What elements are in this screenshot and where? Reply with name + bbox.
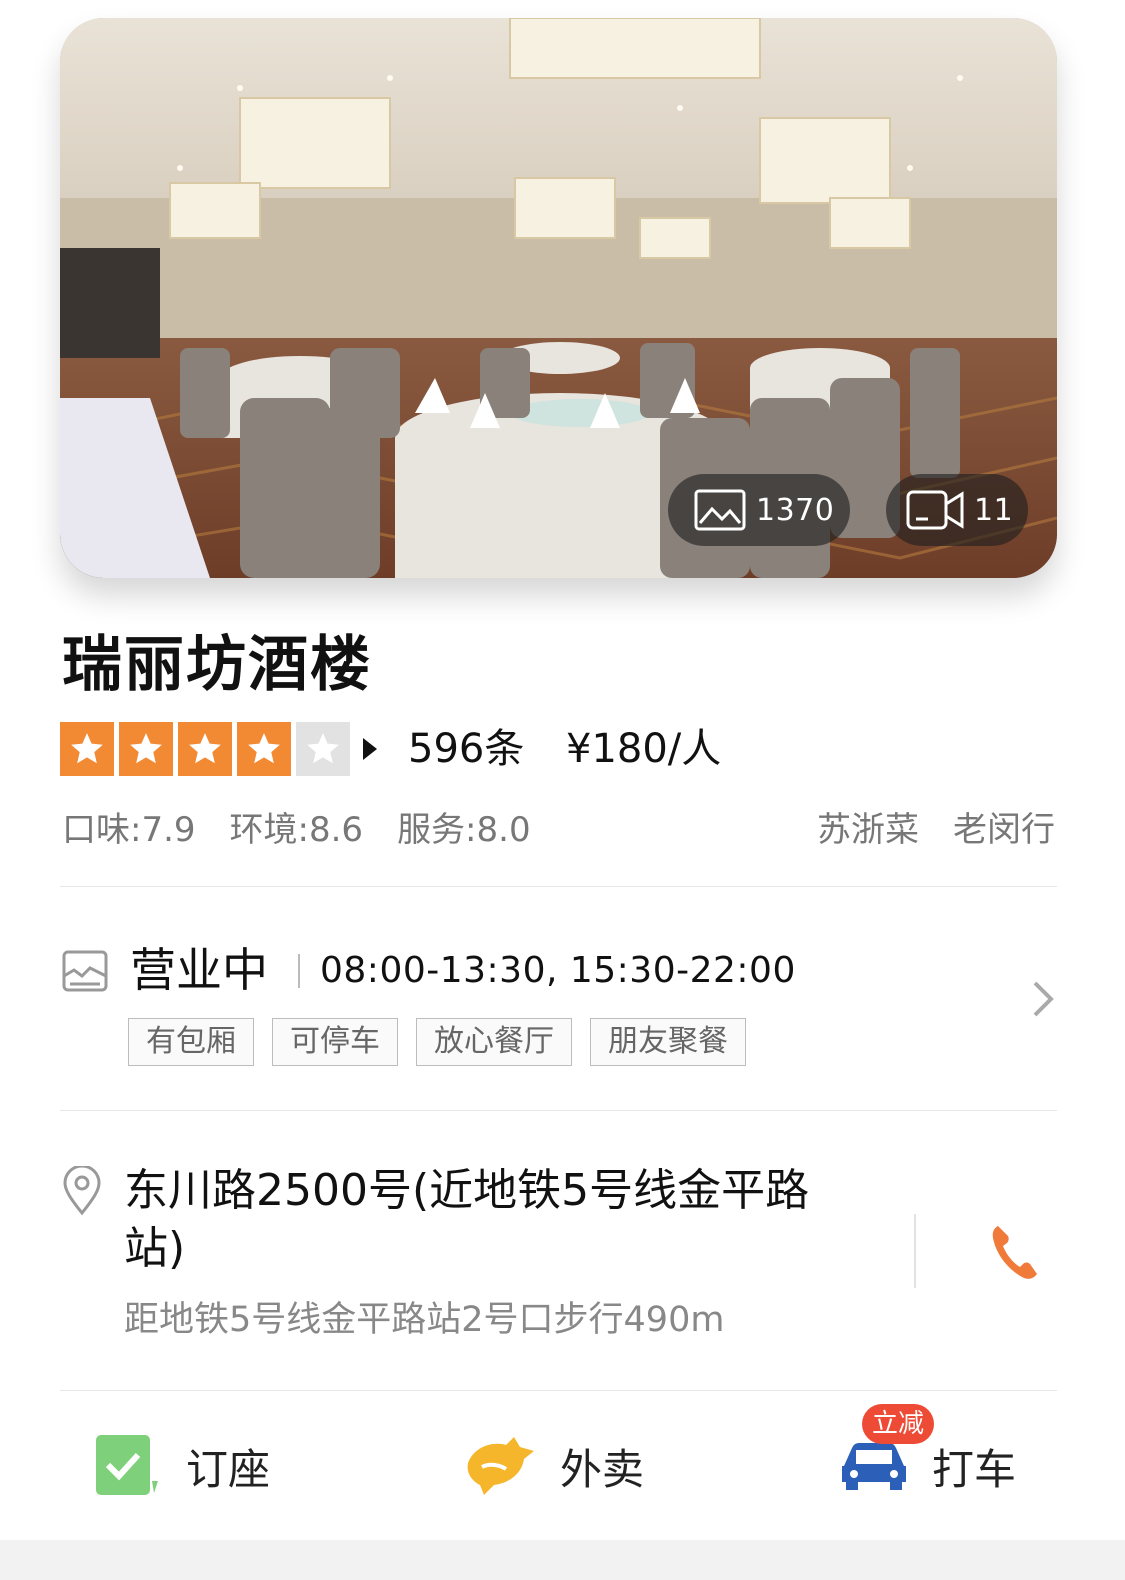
phone-icon[interactable] — [988, 1222, 1040, 1286]
video-count-pill[interactable]: 11 — [886, 474, 1028, 546]
feature-tag: 放心餐厅 — [416, 1018, 572, 1066]
metro-distance: 距地铁5号线金平路站2号口步行490m — [124, 1300, 725, 1340]
takeout-label: 外卖 — [560, 1444, 645, 1494]
price-per-person: ¥180/人 — [566, 726, 722, 772]
category-tags: 苏浙菜 老闵行 — [817, 808, 1055, 852]
book-table-button[interactable]: 订座 — [94, 1426, 270, 1506]
taste-score: 口味:7.9 — [62, 810, 196, 850]
star-icon — [237, 722, 291, 776]
takeout-button[interactable]: 外卖 — [462, 1426, 644, 1506]
cuisine-tag[interactable]: 苏浙菜 — [817, 808, 919, 852]
star-icon — [119, 722, 173, 776]
business-hours: 08:00-13:30, 15:30-22:00 — [320, 950, 796, 991]
shop-icon — [62, 950, 108, 998]
star-icon — [178, 722, 232, 776]
video-count: 11 — [974, 492, 1014, 528]
video-camera-icon — [906, 490, 964, 530]
divider — [60, 886, 1057, 887]
takeout-kangaroo-icon — [467, 1437, 534, 1495]
book-label: 订座 — [186, 1444, 271, 1494]
divider — [60, 1110, 1057, 1111]
photo-count-pill[interactable]: 1370 — [668, 474, 850, 546]
location-pin-icon — [62, 1164, 102, 1220]
bottom-spacer — [0, 1540, 1125, 1580]
review-count[interactable]: 596条 — [408, 722, 524, 776]
environment-score: 环境:8.6 — [229, 810, 364, 850]
district-tag[interactable]: 老闵行 — [953, 808, 1055, 852]
taxi-label: 打车 — [932, 1444, 1017, 1494]
separator — [298, 954, 300, 988]
discount-badge: 立减 — [862, 1404, 935, 1444]
open-status: 营业中 — [130, 943, 268, 997]
chevron-right-icon[interactable] — [1032, 980, 1054, 1022]
feature-tag: 有包厢 — [128, 1018, 254, 1066]
star-rating[interactable] — [60, 722, 377, 776]
sub-scores: 口味:7.9 环境:8.6 服务:8.0 — [62, 808, 531, 852]
book-check-icon — [96, 1435, 158, 1495]
caret-right-icon — [363, 738, 377, 760]
photo-count: 1370 — [756, 492, 835, 528]
restaurant-photo[interactable]: 1370 11 — [60, 18, 1057, 578]
restaurant-name: 瑞丽坊酒楼 — [62, 630, 372, 700]
service-score: 服务:8.0 — [397, 810, 531, 850]
feature-tags: 有包厢 可停车 放心餐厅 朋友聚餐 — [128, 1018, 746, 1066]
address[interactable]: 东川路2500号(近地铁5号线金平路站) — [124, 1162, 844, 1278]
image-icon — [694, 489, 746, 531]
feature-tag: 可停车 — [272, 1018, 398, 1066]
star-empty-icon — [296, 722, 350, 776]
feature-tag: 朋友聚餐 — [590, 1018, 746, 1066]
separator — [914, 1214, 916, 1288]
divider — [60, 1390, 1057, 1391]
star-icon — [60, 722, 114, 776]
restaurant-detail-page: 1370 11 瑞丽坊酒楼 596条 ¥180/人 口味:7.9 环境:8.6 … — [0, 0, 1125, 1580]
car-icon — [842, 1443, 906, 1490]
